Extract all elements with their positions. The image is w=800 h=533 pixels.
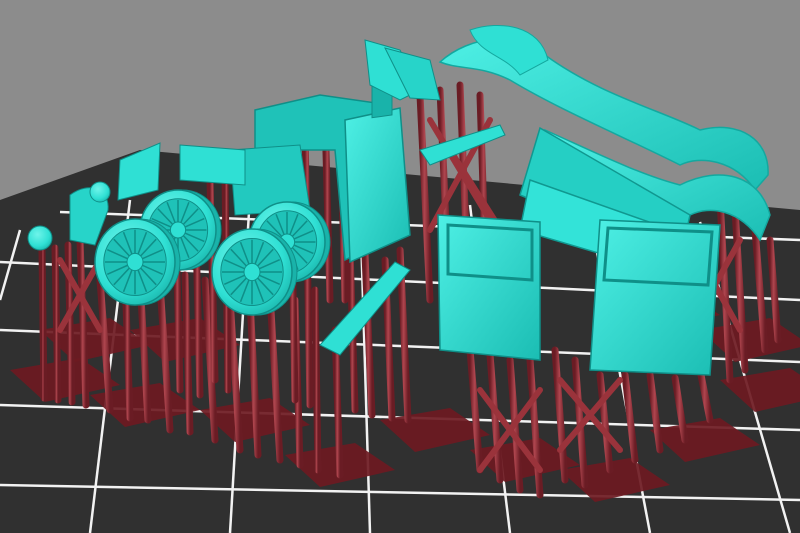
print-preview-scene[interactable]: [0, 0, 800, 533]
support-pillar: [64, 241, 76, 406]
support-pillar: [311, 286, 322, 474]
door-left[interactable]: [437, 214, 541, 361]
wheel-front-left[interactable]: [94, 218, 181, 306]
support-pillar: [51, 244, 62, 404]
support-pillar: [38, 246, 48, 402]
support-pillar: [181, 271, 194, 436]
door-right[interactable]: [589, 219, 721, 376]
hub: [169, 221, 187, 239]
3d-viewport[interactable]: [0, 0, 800, 533]
wheel-front-right[interactable]: [211, 228, 298, 316]
hub: [126, 252, 144, 272]
hub: [243, 262, 261, 282]
